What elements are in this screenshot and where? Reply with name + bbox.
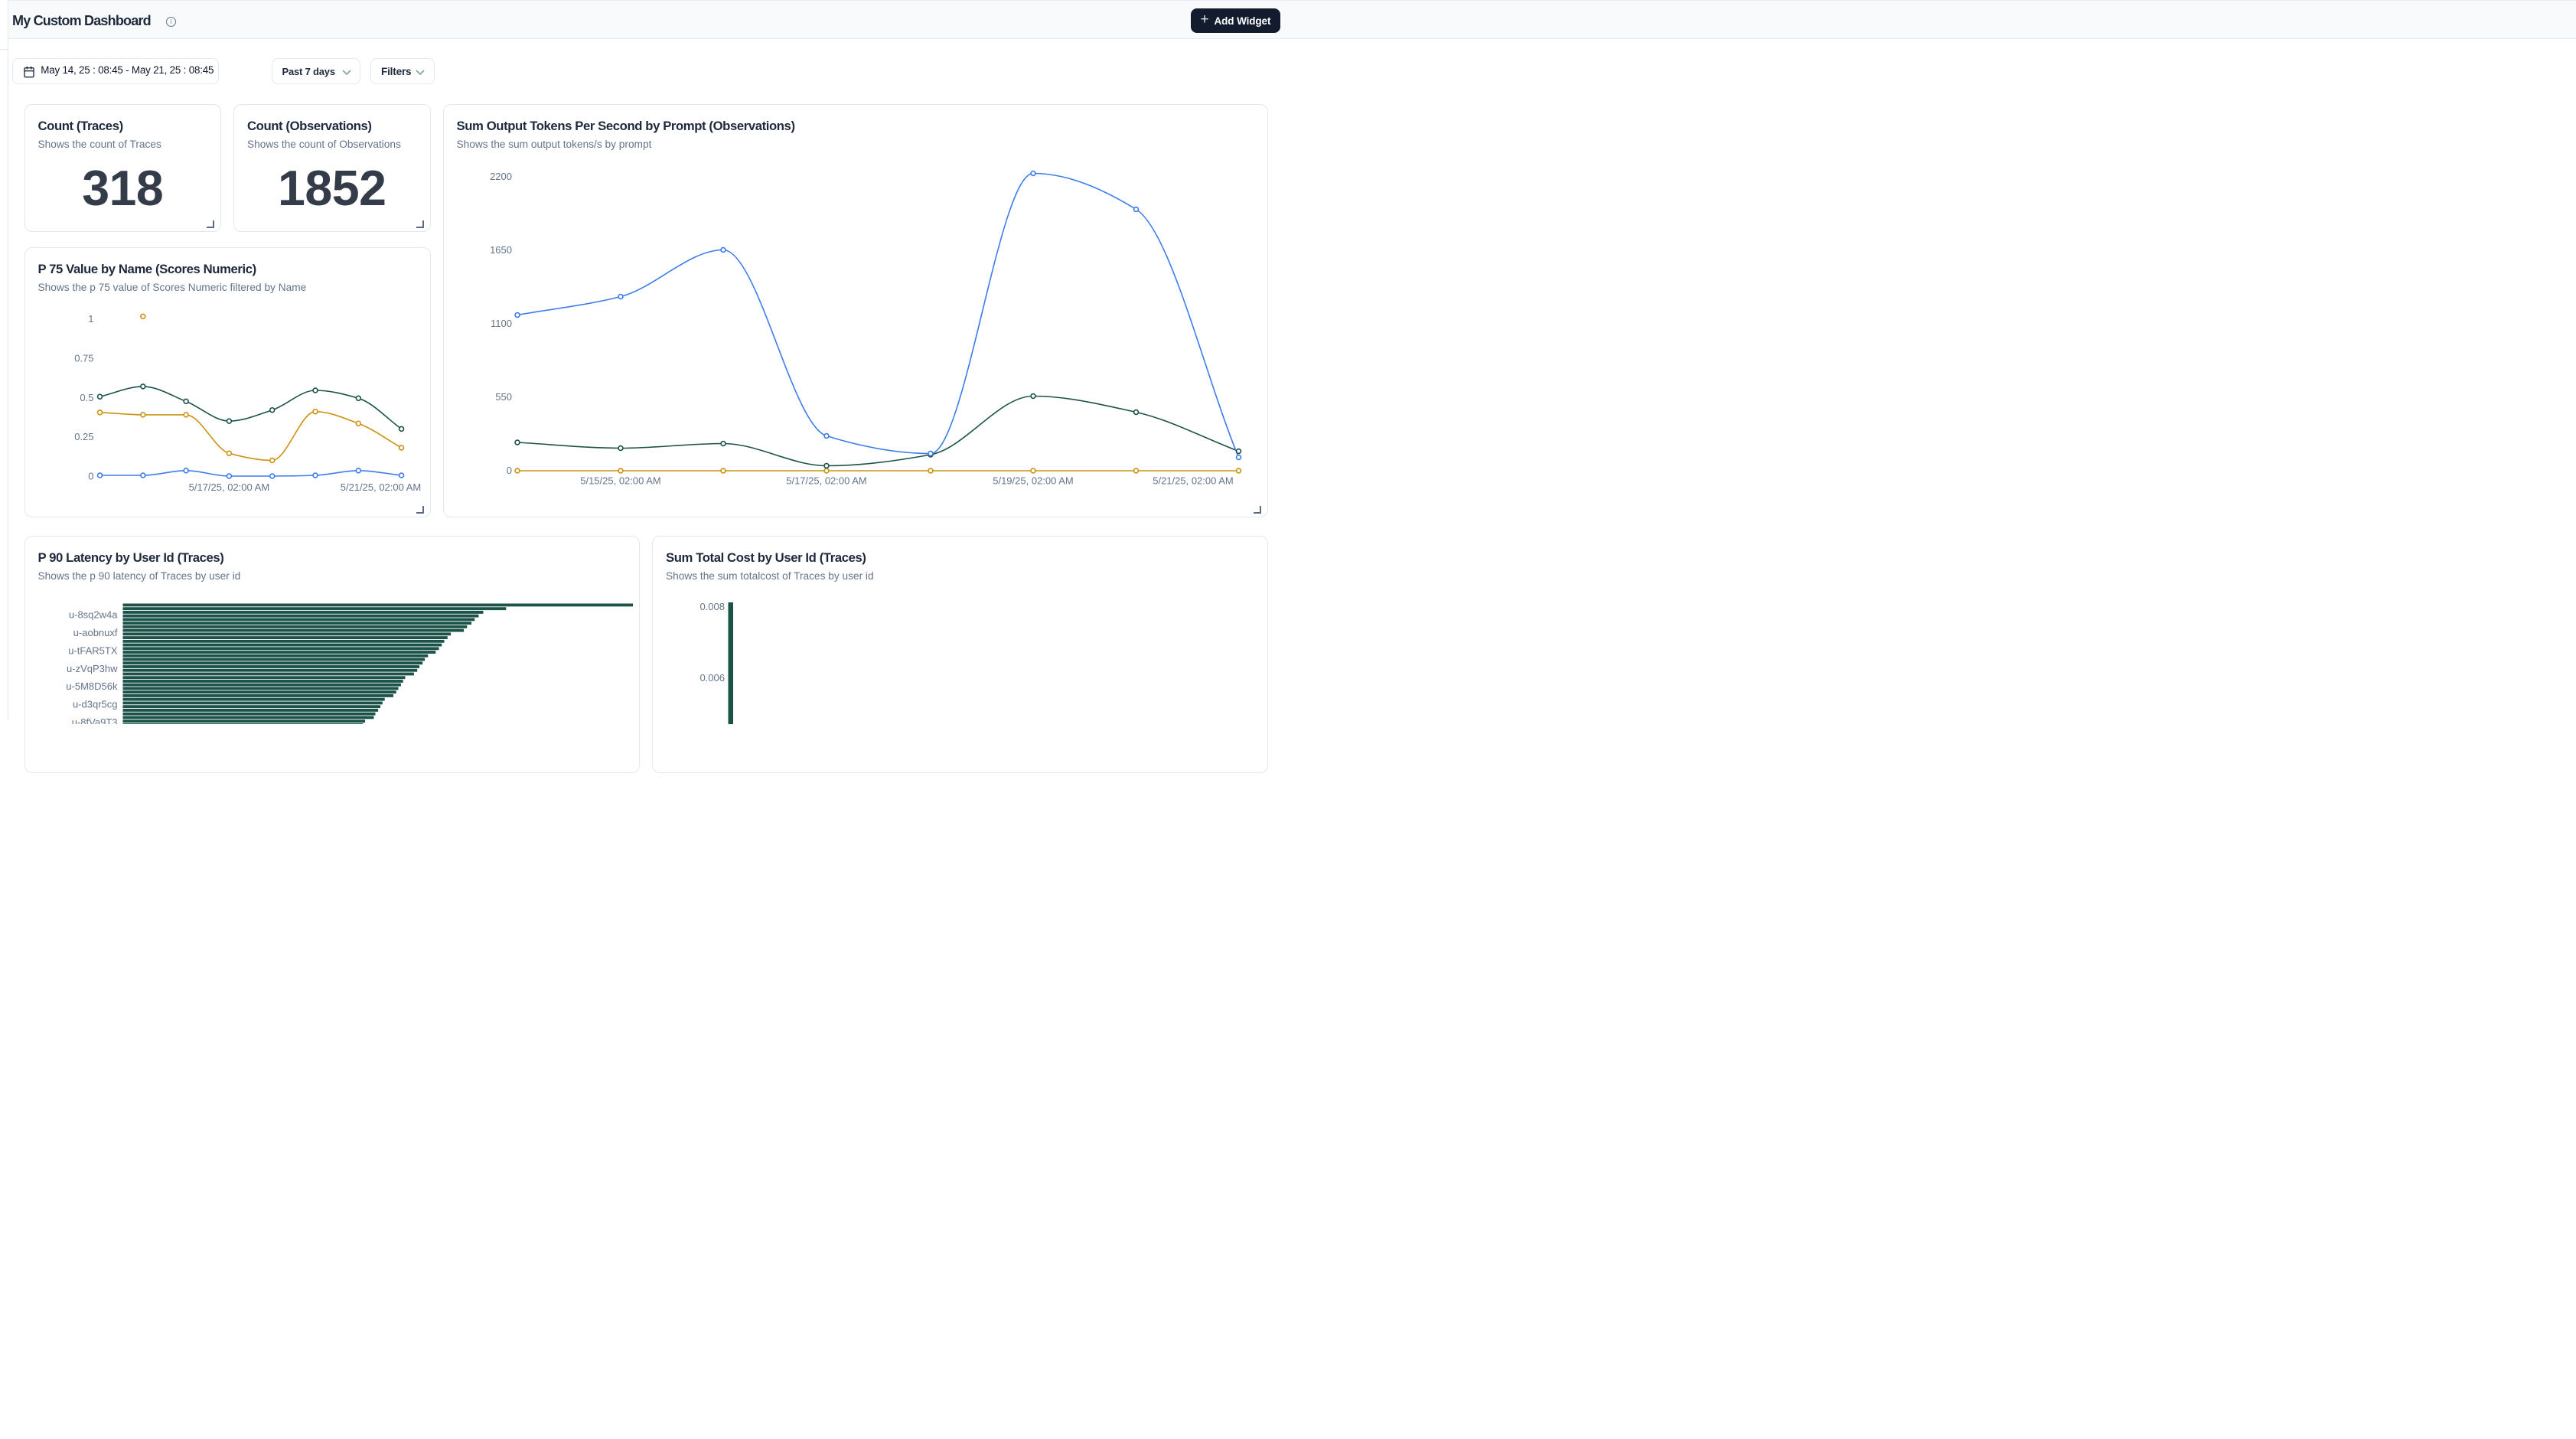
svg-text:5/17/25, 02:00 AM: 5/17/25, 02:00 AM <box>786 475 867 486</box>
svg-text:0.75: 0.75 <box>74 352 93 364</box>
svg-text:0: 0 <box>506 465 511 476</box>
svg-text:u-d3qr5cg: u-d3qr5cg <box>72 698 117 710</box>
svg-text:0: 0 <box>88 470 93 481</box>
svg-text:u-tFAR5TX: u-tFAR5TX <box>68 644 118 656</box>
svg-text:5/17/25, 02:00 AM: 5/17/25, 02:00 AM <box>188 481 269 493</box>
svg-text:0.006: 0.006 <box>699 672 725 684</box>
svg-text:5/21/25, 02:00 AM: 5/21/25, 02:00 AM <box>1153 475 1234 486</box>
svg-text:u-zVqP3hw: u-zVqP3hw <box>67 662 118 674</box>
svg-text:u-8sq2w4a: u-8sq2w4a <box>68 609 117 620</box>
svg-text:550: 550 <box>495 391 512 403</box>
svg-text:1: 1 <box>88 313 93 325</box>
svg-text:1650: 1650 <box>490 244 512 256</box>
svg-text:5/19/25, 02:00 AM: 5/19/25, 02:00 AM <box>993 475 1074 486</box>
svg-text:u-5M8D56k: u-5M8D56k <box>66 680 118 692</box>
svg-text:5/15/25, 02:00 AM: 5/15/25, 02:00 AM <box>580 475 661 486</box>
svg-text:0.5: 0.5 <box>80 391 93 403</box>
svg-text:2200: 2200 <box>490 171 512 182</box>
svg-text:u-aobnuxf: u-aobnuxf <box>73 626 117 638</box>
svg-text:0.008: 0.008 <box>699 601 725 612</box>
svg-text:u-8fVa9T3: u-8fVa9T3 <box>71 716 117 724</box>
svg-text:1100: 1100 <box>491 318 512 329</box>
svg-text:5/21/25, 02:00 AM: 5/21/25, 02:00 AM <box>340 481 421 493</box>
svg-text:0.25: 0.25 <box>74 431 93 442</box>
